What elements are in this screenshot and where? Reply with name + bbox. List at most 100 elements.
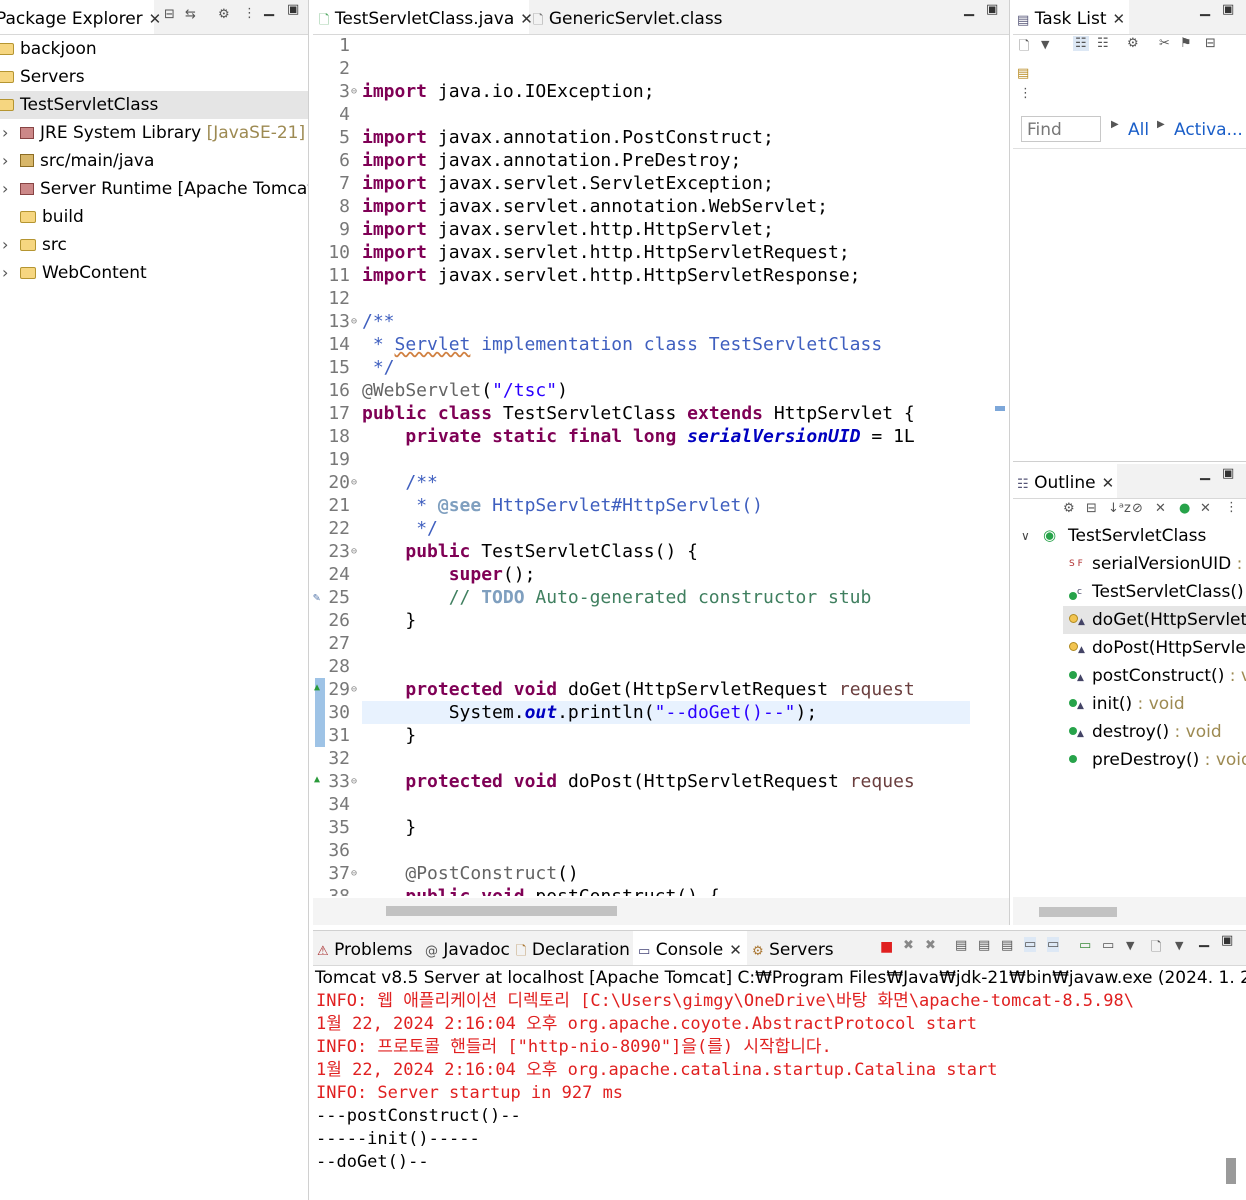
- view-menu-icon[interactable]: ⋮: [1019, 86, 1032, 101]
- hide-completed-icon[interactable]: ✂: [1159, 36, 1170, 51]
- close-icon[interactable]: ✕: [1102, 474, 1115, 492]
- remove-all-terminated-icon[interactable]: ✖: [925, 938, 936, 953]
- view-menu-icon[interactable]: ⋮: [243, 6, 256, 21]
- minimize-icon[interactable]: ▁: [964, 2, 974, 17]
- maximize-icon[interactable]: ▣: [986, 2, 998, 17]
- fold-toggle-icon[interactable]: ⊖: [351, 80, 357, 103]
- collapse-all-icon[interactable]: ⊟: [164, 7, 175, 22]
- code-line[interactable]: 10 import javax.servlet.http.HttpServletR…: [313, 241, 970, 264]
- code-line[interactable]: 34: [313, 793, 970, 816]
- code-line[interactable]: 7 import javax.servlet.ServletException;: [313, 172, 970, 195]
- minimize-icon[interactable]: ▁: [264, 2, 274, 17]
- chevron-down-icon[interactable]: ∨: [1021, 522, 1030, 550]
- tab-javadoc[interactable]: @ Javadoc: [425, 931, 510, 965]
- outline-item[interactable]: c TestServletClass(): [1013, 578, 1246, 606]
- tab-test-servlet-class[interactable]: 🗋 TestServletClass.java ✕: [313, 0, 533, 34]
- console-vertical-scrollbar-thumb[interactable]: [1226, 1158, 1236, 1184]
- close-icon[interactable]: ✕: [1113, 10, 1126, 28]
- scheduled-icon[interactable]: ☷: [1097, 36, 1109, 51]
- code-line[interactable]: 30 System.out.println("--doGet()--");: [313, 701, 970, 724]
- terminate-icon[interactable]: ■: [880, 939, 893, 955]
- code-line[interactable]: 17 public class TestServletClass extends …: [313, 402, 970, 425]
- maximize-icon[interactable]: ▣: [287, 2, 299, 17]
- dropdown-icon[interactable]: ▼: [1126, 939, 1134, 952]
- chevron-right-icon[interactable]: ›: [2, 147, 8, 175]
- code-line[interactable]: 1: [313, 34, 970, 57]
- tree-item[interactable]: TestServletClass: [0, 91, 308, 119]
- task-repository-icon[interactable]: ▤: [1017, 66, 1029, 81]
- word-wrap-icon[interactable]: ▤: [1001, 938, 1013, 953]
- editor-horizontal-scrollbar-thumb[interactable]: [386, 906, 617, 916]
- code-line[interactable]: 21 * @see HttpServlet#HttpServlet(): [313, 494, 970, 517]
- tab-problems[interactable]: ⚠ Problems: [317, 931, 412, 965]
- chevron-right-icon[interactable]: ›: [2, 175, 8, 203]
- dropdown-icon[interactable]: ▼: [1041, 38, 1049, 51]
- outline-item[interactable]: ▲ doPost(HttpServlet: [1013, 634, 1246, 662]
- tab-console[interactable]: ▭ Console ✕: [633, 931, 747, 965]
- minimize-icon[interactable]: ▁: [1199, 933, 1209, 948]
- find-input[interactable]: Find: [1021, 116, 1101, 142]
- fold-toggle-icon[interactable]: ⊖: [351, 540, 357, 563]
- fold-toggle-icon[interactable]: ⊖: [351, 678, 357, 701]
- filter-icon[interactable]: ⚙: [218, 7, 230, 22]
- outline-root[interactable]: ∨ ◉ TestServletClass: [1013, 522, 1246, 550]
- view-menu-icon[interactable]: ⋮: [1225, 500, 1238, 515]
- hide-local-types-icon[interactable]: ✕: [1200, 501, 1211, 516]
- code-line[interactable]: 19: [313, 448, 970, 471]
- code-line[interactable]: ▲ 33 ⊖ protected void doPost(HttpServletRe…: [313, 770, 970, 793]
- fold-toggle-icon[interactable]: ⊖: [351, 310, 357, 333]
- close-icon[interactable]: ✕: [149, 10, 162, 28]
- remove-launch-icon[interactable]: ✖: [903, 938, 914, 953]
- minimize-icon[interactable]: ▁: [1200, 466, 1210, 481]
- activate-link[interactable]: Activa...: [1174, 120, 1243, 140]
- filter-icon[interactable]: ⚙: [1127, 36, 1139, 51]
- tab-task-list[interactable]: ▤ Task List ✕: [1013, 0, 1129, 34]
- filter-icon[interactable]: ⚙: [1063, 501, 1075, 516]
- code-line[interactable]: ▲ 29 ⊖ protected void doGet(HttpServletReq…: [313, 678, 970, 701]
- show-on-stdout-icon[interactable]: ▭: [1024, 937, 1037, 952]
- maximize-icon[interactable]: ▣: [1222, 466, 1234, 481]
- link-with-editor-icon[interactable]: ⇆: [185, 7, 196, 22]
- sort-icon[interactable]: ↓ᵃz: [1108, 501, 1131, 516]
- code-line[interactable]: 11 import javax.servlet.http.HttpServletR…: [313, 264, 970, 287]
- code-line[interactable]: 22 */: [313, 517, 970, 540]
- outline-item[interactable]: preDestroy() : void: [1013, 746, 1246, 774]
- code-line[interactable]: 27: [313, 632, 970, 655]
- tree-item[interactable]: › src: [0, 231, 308, 259]
- tab-package-explorer[interactable]: Package Explorer ✕: [0, 0, 161, 34]
- code-line[interactable]: 4: [313, 103, 970, 126]
- tab-servers[interactable]: ⚙ Servers: [752, 931, 834, 965]
- code-line[interactable]: 36: [313, 839, 970, 862]
- dropdown-icon[interactable]: ▼: [1175, 939, 1183, 952]
- code-line[interactable]: 37 ⊖ @PostConstruct(): [313, 862, 970, 885]
- fold-toggle-icon[interactable]: ⊖: [351, 862, 357, 885]
- collapse-all-icon[interactable]: ⊟: [1086, 501, 1097, 516]
- code-line[interactable]: 9 import javax.servlet.http.HttpServlet;: [313, 218, 970, 241]
- code-area[interactable]: 1 2 3 ⊖ import java.io.IOException; 4 5 import …: [313, 34, 970, 896]
- code-line[interactable]: 20 ⊖ /**: [313, 471, 970, 494]
- tab-declaration[interactable]: 🗋 Declaration: [516, 931, 630, 965]
- tree-item[interactable]: build: [0, 203, 308, 231]
- code-line[interactable]: 24 super();: [313, 563, 970, 586]
- categorized-icon[interactable]: ☷: [1073, 36, 1089, 51]
- code-line[interactable]: 12: [313, 287, 970, 310]
- outline-item[interactable]: ▲ postConstruct() : vo: [1013, 662, 1246, 690]
- hide-fields-icon[interactable]: ⊘: [1132, 501, 1143, 516]
- code-line[interactable]: 14 * Servlet implementation class TestSe…: [313, 333, 970, 356]
- code-line[interactable]: 5 import javax.annotation.PostConstruct;: [313, 126, 970, 149]
- tree-item[interactable]: backjoon: [0, 35, 308, 63]
- close-icon[interactable]: ✕: [520, 10, 533, 28]
- code-line[interactable]: 23 ⊖ public TestServletClass() {: [313, 540, 970, 563]
- chevron-right-icon[interactable]: ›: [2, 231, 8, 259]
- code-line[interactable]: 6 import javax.annotation.PreDestroy;: [313, 149, 970, 172]
- tab-outline[interactable]: ☷ Outline ✕: [1013, 464, 1117, 498]
- outline-item[interactable]: S FserialVersionUID : l: [1013, 550, 1246, 578]
- code-line[interactable]: 8 import javax.servlet.annotation.WebServ…: [313, 195, 970, 218]
- code-line[interactable]: 28: [313, 655, 970, 678]
- code-line[interactable]: 32: [313, 747, 970, 770]
- collapse-all-icon[interactable]: ⊟: [1205, 36, 1216, 51]
- hide-non-public-icon[interactable]: ●: [1179, 501, 1190, 516]
- tree-item[interactable]: › Server Runtime [Apache Tomcat: [0, 175, 308, 203]
- code-line[interactable]: 16 @WebServlet("/tsc"): [313, 379, 970, 402]
- tab-generic-servlet[interactable]: 🗋 GenericServlet.class: [533, 0, 723, 34]
